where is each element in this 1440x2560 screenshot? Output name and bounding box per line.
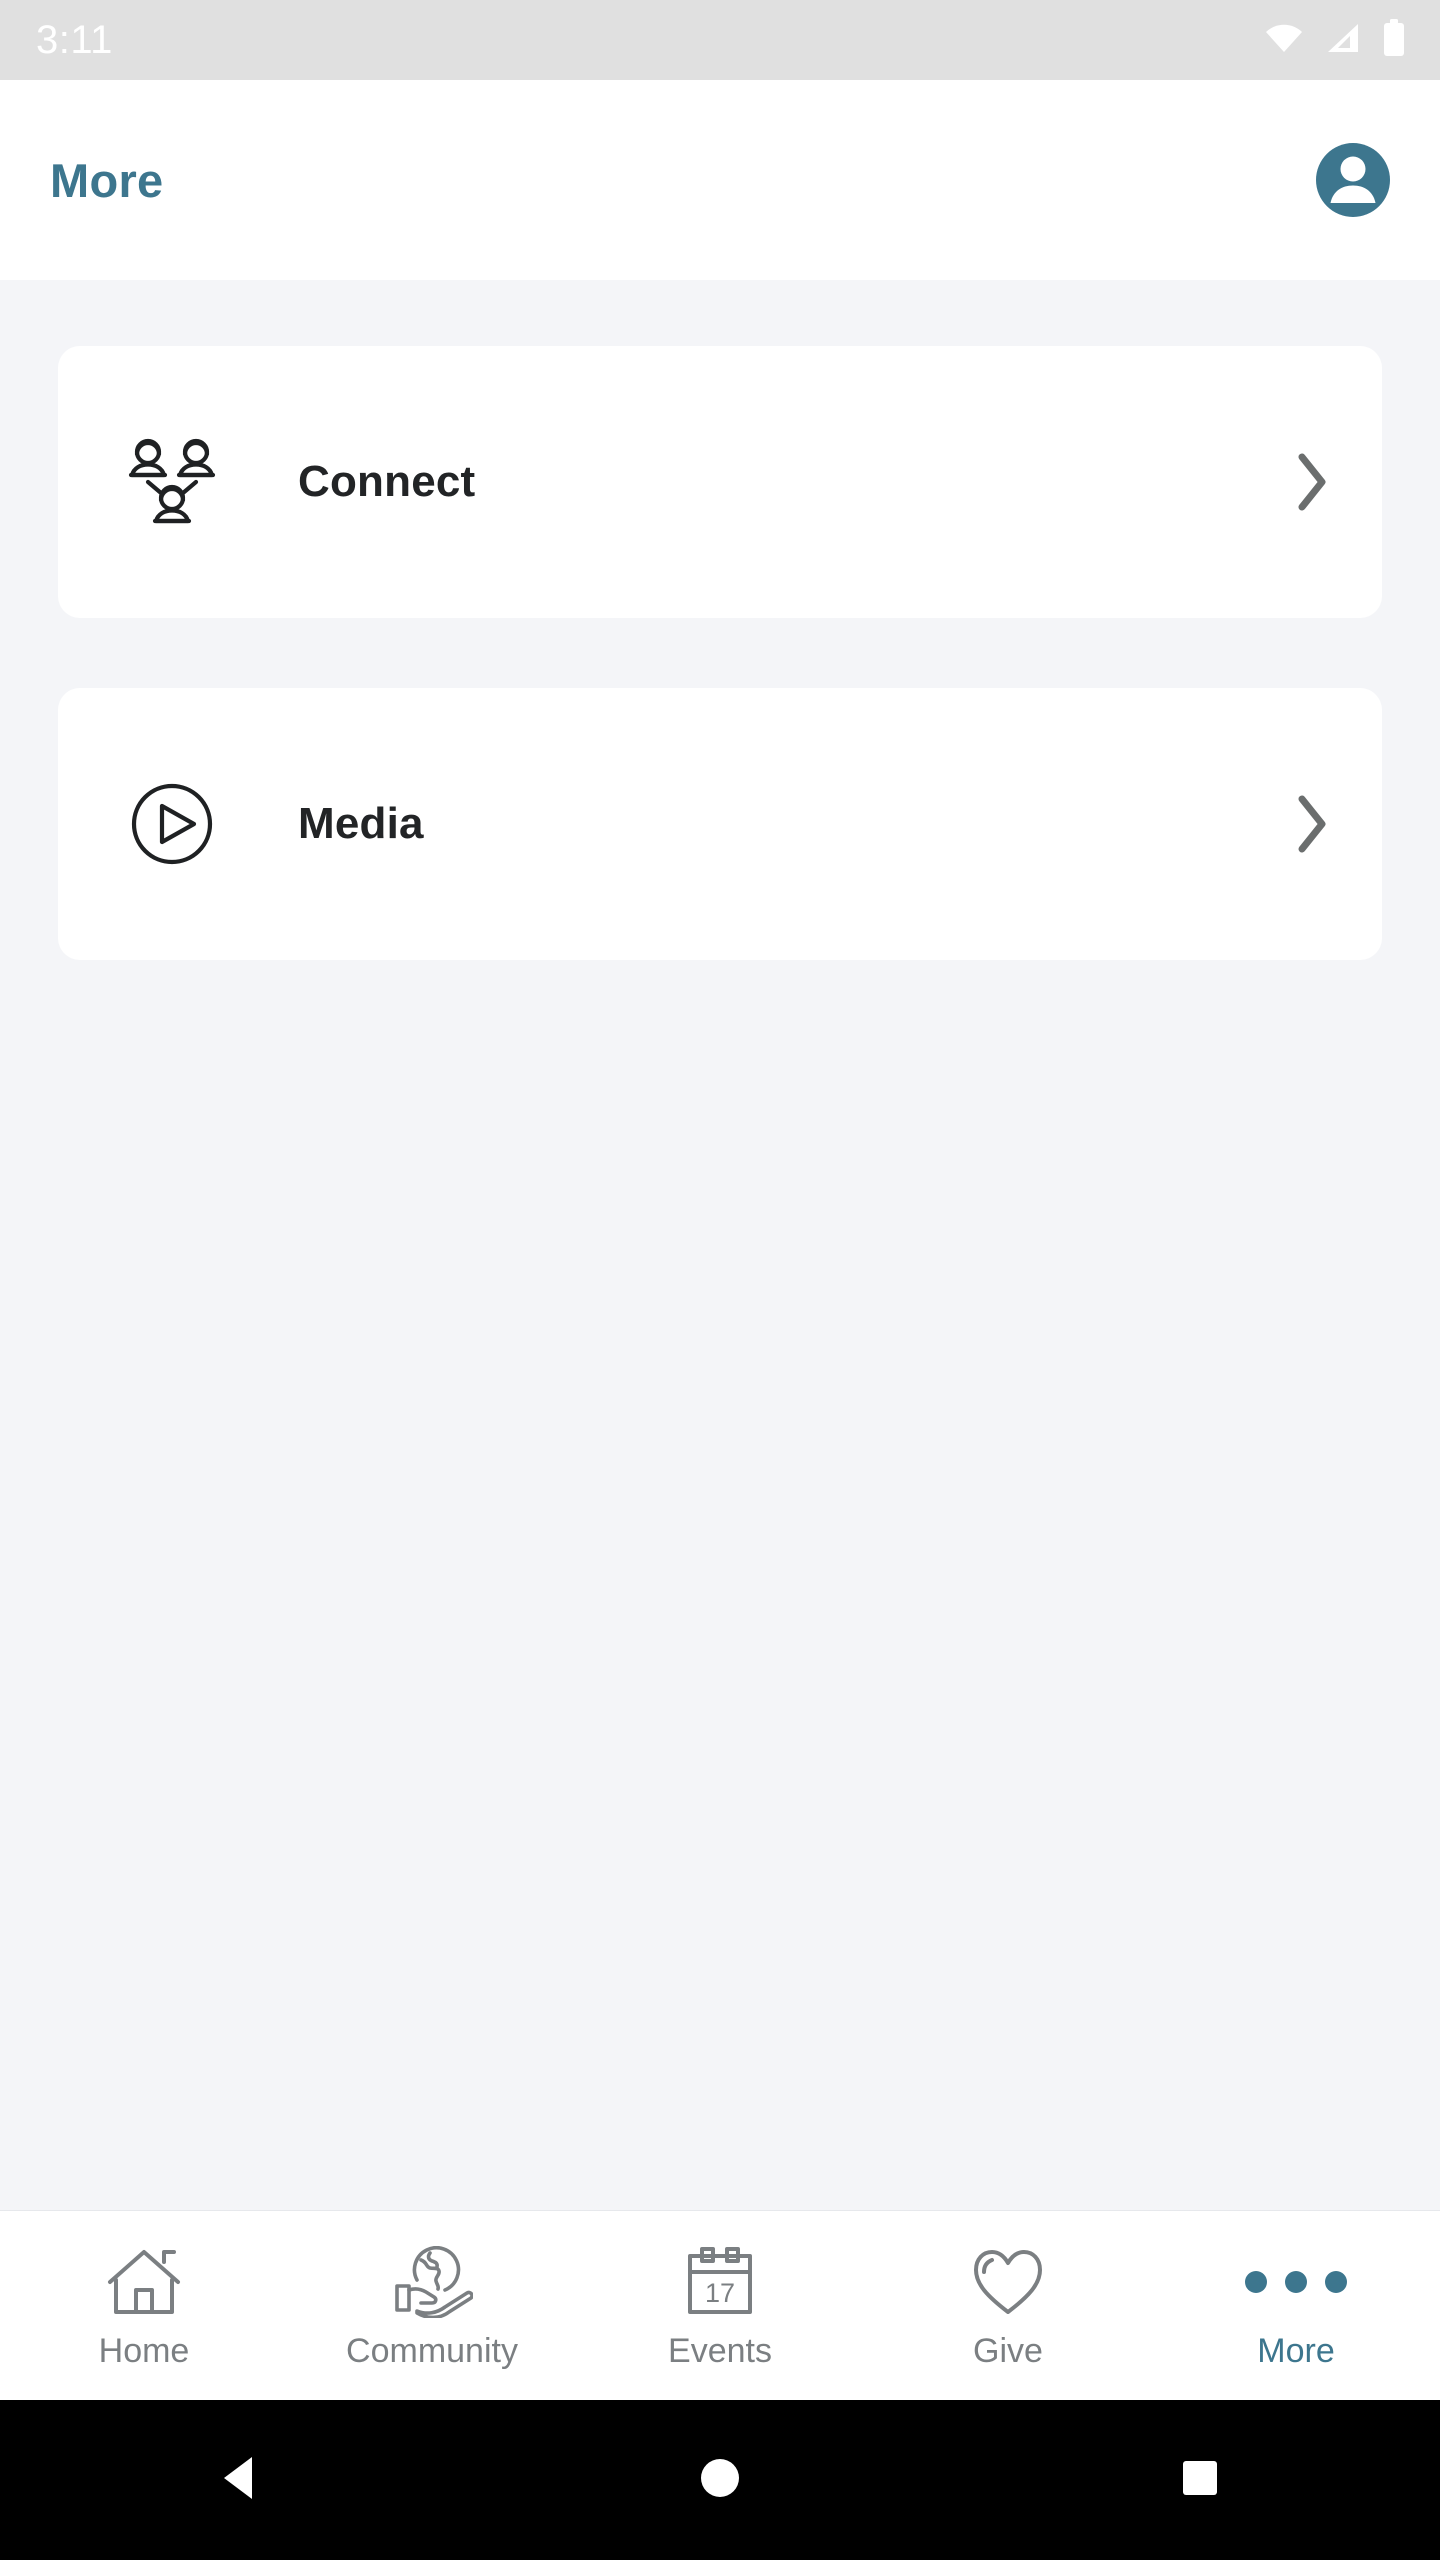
status-bar-icons [1264,18,1406,62]
dot [1285,2270,1307,2293]
bottom-navigation: Home Community 17 Events Give More [0,2210,1440,2400]
nav-tab-give[interactable]: Give [864,2211,1152,2400]
nav-tab-more[interactable]: More [1152,2211,1440,2400]
system-navigation-bar [0,2400,1440,2560]
globe-in-hand-icon [391,2244,473,2320]
menu-list: Connect Media [0,280,1440,2210]
system-home-button[interactable] [480,2456,960,2505]
user-avatar-button[interactable] [1316,143,1390,217]
nav-tab-events[interactable]: 17 Events [576,2211,864,2400]
heart-icon [971,2244,1045,2320]
nav-tab-label: More [1257,2331,1335,2370]
menu-item-connect[interactable]: Connect [58,346,1382,618]
nav-tab-community[interactable]: Community [288,2211,576,2400]
three-dots-icon [1245,2244,1347,2320]
status-bar-clock: 3:11 [36,18,113,62]
home-icon [106,2244,182,2320]
menu-item-media[interactable]: Media [58,688,1382,960]
people-network-icon [112,430,232,534]
system-back-button[interactable] [0,2455,480,2506]
nav-tab-label: Events [668,2331,772,2370]
page-title: More [50,153,164,207]
circle-home-icon [698,2456,742,2505]
chevron-right-icon [1282,789,1342,859]
status-bar: 3:11 [0,0,1440,80]
menu-item-label: Media [298,799,424,848]
nav-tab-label: Community [346,2331,518,2370]
nav-tab-label: Give [973,2331,1043,2370]
app-header: More [0,80,1440,280]
nav-tab-label: Home [98,2331,190,2370]
app-root: 3:11 More Connect Media Home Community 1… [0,0,1440,2560]
user-avatar-icon [1316,143,1390,217]
play-circle-icon [112,772,232,876]
dot [1245,2270,1267,2293]
menu-item-label: Connect [298,457,476,506]
chevron-right-icon [1282,447,1342,517]
wifi-icon [1264,22,1304,59]
calendar-icon: 17 [685,2244,755,2320]
triangle-back-icon [220,2455,260,2506]
calendar-day-number: 17 [705,2278,735,2308]
dot [1325,2270,1347,2293]
nav-tab-home[interactable]: Home [0,2211,288,2400]
system-recents-button[interactable] [960,2457,1440,2504]
battery-icon [1382,18,1406,62]
square-recents-icon [1179,2457,1221,2504]
cell-signal-icon [1324,22,1362,59]
